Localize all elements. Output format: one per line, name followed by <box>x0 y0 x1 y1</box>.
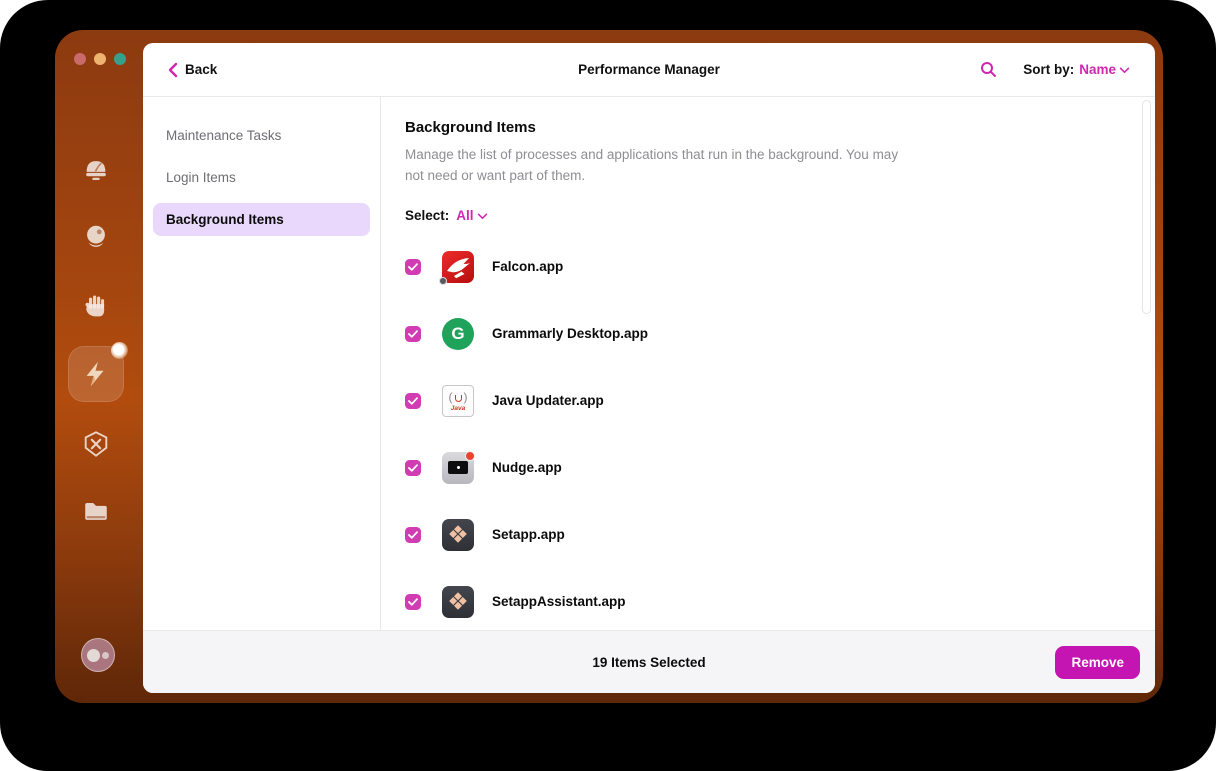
chevron-down-icon <box>477 213 487 220</box>
panel-heading: Background Items <box>405 119 536 136</box>
nudge-app-icon <box>442 450 475 484</box>
background-items-list: Falcon.app G Grammarly Desktop.app () J… <box>405 233 1131 635</box>
app-name: Nudge.app <box>492 460 562 475</box>
select-control: Select: All <box>405 208 1131 223</box>
performance-manager-card: Back Performance Manager Sort by: Name M… <box>143 43 1155 693</box>
app-name: SetappAssistant.app <box>492 594 626 609</box>
app-name: Grammarly Desktop.app <box>492 326 649 341</box>
performance-module-active[interactable] <box>68 342 128 402</box>
falcon-app-icon <box>439 250 474 285</box>
select-all-dropdown[interactable]: All <box>456 208 487 223</box>
check-icon <box>408 262 418 271</box>
check-icon <box>408 463 418 472</box>
card-body: Maintenance Tasks Login Items Background… <box>143 97 1155 630</box>
java-app-icon: ( ) Java <box>442 384 474 417</box>
setapp-assistant-app-icon <box>442 585 474 618</box>
grammarly-app-icon: G <box>442 317 474 350</box>
checkbox-checked[interactable] <box>405 392 421 409</box>
back-label: Back <box>185 62 218 77</box>
cleanup-module-icon[interactable] <box>81 155 111 185</box>
applications-badge-icon[interactable] <box>81 429 111 459</box>
list-item-grammarly[interactable]: G Grammarly Desktop.app <box>405 300 1131 367</box>
remove-button[interactable]: Remove <box>1055 646 1140 679</box>
list-item-setapp[interactable]: Setapp.app <box>405 501 1131 568</box>
protection-hand-icon[interactable] <box>81 291 111 321</box>
notification-badge <box>465 450 475 461</box>
smart-scan-orb-icon[interactable] <box>81 222 111 252</box>
nav-item-background-items[interactable]: Background Items <box>153 203 370 236</box>
panel-description: Manage the list of processes and applica… <box>405 147 899 183</box>
selection-status: 19 Items Selected <box>592 654 706 670</box>
app-name: Java Updater.app <box>492 393 604 408</box>
app-name: Falcon.app <box>492 259 564 274</box>
module-sidebar <box>55 30 143 703</box>
footer-bar: 19 Items Selected Remove <box>143 630 1155 693</box>
list-item-nudge[interactable]: Nudge.app <box>405 434 1131 501</box>
status-dot <box>439 276 447 285</box>
scrollbar-thumb[interactable] <box>1142 100 1151 314</box>
files-folder-icon[interactable] <box>81 496 111 526</box>
app-window: Back Performance Manager Sort by: Name M… <box>55 30 1163 703</box>
setapp-app-icon <box>442 518 474 551</box>
sort-by-label: Sort by: <box>1023 62 1075 77</box>
list-item-java-updater[interactable]: ( ) Java Java Updater.app <box>405 367 1131 434</box>
performance-bolt-icon <box>81 359 111 389</box>
checkbox-checked[interactable] <box>405 258 421 275</box>
header-actions: Sort by: Name <box>980 61 1130 78</box>
app-name: Setapp.app <box>492 527 565 542</box>
check-icon <box>408 329 418 338</box>
sort-by-dropdown[interactable]: Name <box>1079 62 1130 77</box>
checkbox-checked[interactable] <box>405 593 421 610</box>
search-button[interactable] <box>980 61 997 78</box>
chevron-down-icon <box>1119 67 1130 74</box>
card-header: Back Performance Manager Sort by: Name <box>143 43 1155 97</box>
chevron-left-icon <box>168 62 178 77</box>
check-icon <box>408 597 418 606</box>
notification-dot <box>111 342 128 359</box>
sort-by-control: Sort by: Name <box>1023 62 1130 77</box>
desktop-shadow-backdrop: Back Performance Manager Sort by: Name M… <box>0 0 1216 771</box>
back-button[interactable]: Back <box>167 62 217 78</box>
check-icon <box>408 530 418 539</box>
search-icon <box>981 62 997 77</box>
checkbox-checked[interactable] <box>405 526 421 543</box>
checkbox-checked[interactable] <box>405 459 421 476</box>
nav-item-maintenance-tasks[interactable]: Maintenance Tasks <box>153 119 370 152</box>
assistant-icon[interactable] <box>81 638 115 672</box>
section-nav: Maintenance Tasks Login Items Background… <box>143 97 380 630</box>
select-label: Select: <box>405 208 450 223</box>
checkbox-checked[interactable] <box>405 325 421 342</box>
nav-item-login-items[interactable]: Login Items <box>153 161 370 194</box>
background-items-panel: Background Items Manage the list of proc… <box>381 97 1155 630</box>
check-icon <box>408 396 418 405</box>
coffee-cup-glyph <box>454 394 462 402</box>
list-item-falcon[interactable]: Falcon.app <box>405 233 1131 300</box>
list-item-setapp-assistant[interactable]: SetappAssistant.app <box>405 568 1131 635</box>
